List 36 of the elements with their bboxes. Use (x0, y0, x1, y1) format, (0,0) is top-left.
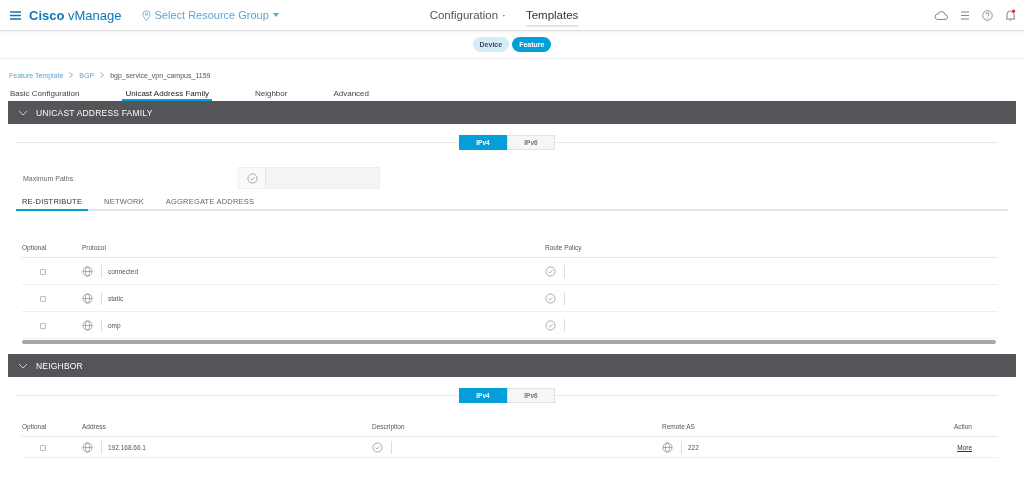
list-icon[interactable] (960, 10, 970, 20)
checkbox[interactable] (40, 268, 46, 275)
chevron-right-icon (69, 72, 74, 78)
chevron-down-icon[interactable] (18, 362, 28, 369)
globe-icon (82, 292, 93, 304)
check-circle-icon (246, 172, 258, 184)
checkbox[interactable] (40, 322, 46, 329)
check-circle-icon (545, 319, 556, 331)
maximum-paths-field[interactable] (238, 167, 380, 189)
globe-icon (82, 441, 93, 453)
chevron-down-icon[interactable] (18, 109, 28, 116)
tab[interactable]: Advanced (330, 87, 373, 101)
page-title: Configuration (429, 9, 499, 21)
check-circle-icon (372, 441, 383, 453)
section-header[interactable]: NEIGHBOR (8, 354, 1016, 377)
globe-icon (82, 319, 93, 331)
page-subtitle: Templates (525, 8, 579, 27)
title-separator: · (502, 9, 506, 21)
scrollbar[interactable] (22, 340, 996, 344)
tab[interactable]: Neighbor (251, 87, 291, 101)
brand-name: Cisco vManage (29, 7, 122, 23)
chevron-right-icon (100, 72, 105, 78)
cloud-icon[interactable] (934, 10, 948, 20)
checkbox[interactable] (40, 444, 46, 451)
tab[interactable]: Basic Configuration (10, 87, 83, 101)
globe-icon (82, 265, 93, 277)
section-header[interactable]: UNICAST ADDRESS FAMILY (8, 101, 1016, 124)
globe-icon (662, 441, 673, 453)
menu-icon[interactable] (10, 10, 21, 20)
caret-icon (272, 13, 279, 17)
location-pin-icon (141, 9, 151, 21)
check-circle-icon (545, 265, 556, 277)
help-icon[interactable] (982, 9, 993, 21)
check-circle-icon (545, 292, 556, 304)
bell-icon[interactable] (1005, 9, 1016, 21)
checkbox[interactable] (40, 295, 46, 302)
